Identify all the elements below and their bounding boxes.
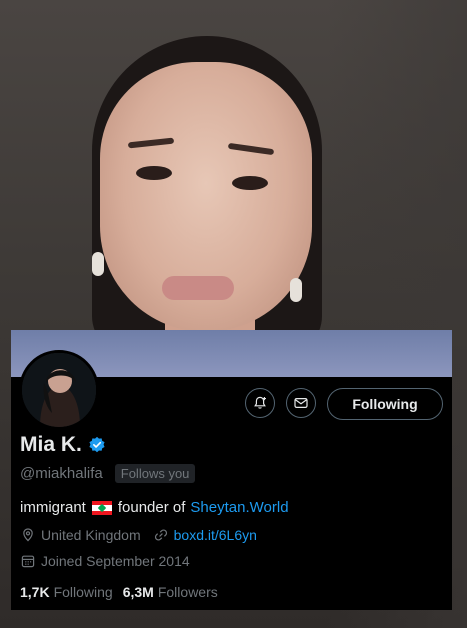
website-link[interactable]: boxd.it/6L6yn <box>174 527 257 543</box>
bell-plus-icon <box>254 396 266 409</box>
followers-label[interactable]: Followers <box>158 584 218 600</box>
follows-you-badge: Follows you <box>114 464 196 483</box>
lebanon-flag-icon <box>91 500 112 515</box>
profile-card: Following Mia K. @miakhalifa Follows you… <box>11 330 452 610</box>
followers-count[interactable]: 6,3M <box>123 584 154 600</box>
calendar-icon <box>21 555 35 568</box>
profile-meta-row: United Kingdom boxd.it/6L6yn <box>20 527 257 543</box>
following-label[interactable]: Following <box>54 584 113 600</box>
envelope-icon <box>294 398 308 408</box>
avatar[interactable] <box>19 350 99 430</box>
display-name: Mia K. <box>20 433 82 456</box>
message-button[interactable] <box>286 388 316 418</box>
username-handle: @miakhalifa <box>20 465 103 482</box>
bio-text-middle: founder of <box>117 499 186 516</box>
right-earring <box>290 278 302 302</box>
following-button[interactable]: Following <box>327 388 443 420</box>
follow-stats: 1,7K Following 6,3M Followers <box>20 584 218 600</box>
name-row: Mia K. <box>20 433 106 457</box>
joined-row: Joined September 2014 <box>20 553 190 569</box>
profile-bio: immigrant founder of Sheytan.World <box>20 499 289 516</box>
handle-row: @miakhalifa Follows you <box>20 464 196 483</box>
left-eye <box>136 166 172 180</box>
bio-text-prefix: immigrant <box>20 499 86 516</box>
left-earring <box>92 252 104 276</box>
link-icon <box>154 529 167 541</box>
mouth <box>162 276 234 300</box>
joined-date: Joined September 2014 <box>41 553 190 569</box>
right-eye <box>232 176 268 190</box>
location-pin-icon <box>23 528 33 542</box>
following-count[interactable]: 1,7K <box>20 584 50 600</box>
location-text: United Kingdom <box>41 527 141 543</box>
avatar-image <box>22 353 96 427</box>
verified-badge-icon[interactable] <box>88 436 106 454</box>
bio-link[interactable]: Sheytan.World <box>190 499 288 516</box>
notify-button[interactable] <box>245 388 275 418</box>
